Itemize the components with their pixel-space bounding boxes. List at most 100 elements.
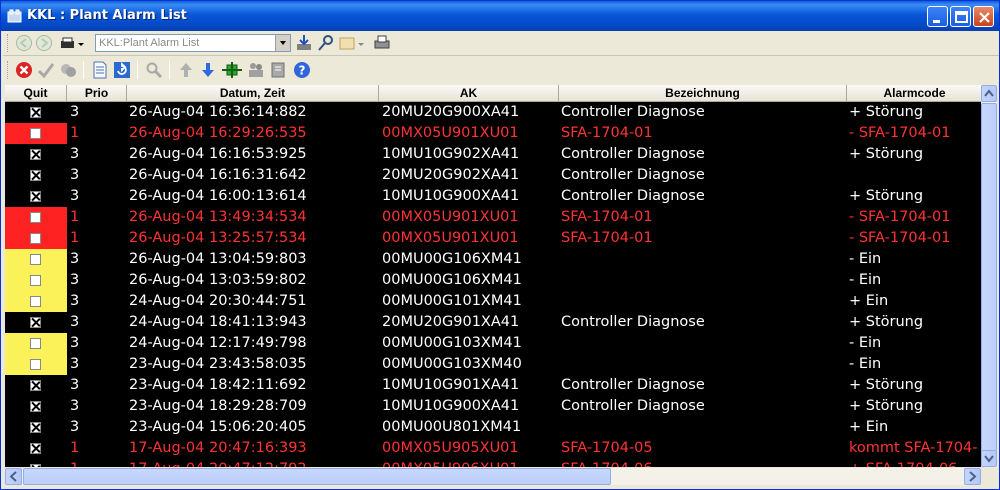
- table-row[interactable]: 3 24-Aug-04 12:17:49:798 00MU00G103XM41 - E…: [5, 333, 983, 354]
- vertical-scrollbar[interactable]: [981, 85, 997, 467]
- quit-checkbox[interactable]: [30, 296, 41, 307]
- scroll-up-button[interactable]: [981, 85, 997, 102]
- network-icon[interactable]: [221, 61, 243, 79]
- quit-cell[interactable]: [5, 291, 67, 312]
- quit-checkbox[interactable]: [30, 443, 41, 454]
- quit-checkbox[interactable]: [30, 275, 41, 286]
- column-header-ak[interactable]: AK: [379, 85, 559, 102]
- table-row[interactable]: 1 26-Aug-04 13:25:57:534 00MX05U901XU01 SFA…: [5, 228, 983, 249]
- column-header-datum[interactable]: Datum, Zeit: [127, 85, 379, 102]
- quit-checkbox[interactable]: [30, 149, 41, 160]
- quit-cell[interactable]: [5, 186, 67, 207]
- table-row[interactable]: 3 23-Aug-04 15:06:20:405 00MU00U801XM41 + E…: [5, 417, 983, 438]
- acknowledge-icon[interactable]: [59, 61, 77, 79]
- table-row[interactable]: 3 26-Aug-04 16:00:13:614 10MU10G900XA41 Con…: [5, 186, 983, 207]
- print-icon[interactable]: [373, 34, 391, 52]
- quit-checkbox[interactable]: [30, 317, 41, 328]
- bezeichnung-cell: Controller Diagnose: [561, 146, 705, 162]
- table-row[interactable]: 1 26-Aug-04 16:29:26:535 00MX05U901XU01 SFA…: [5, 123, 983, 144]
- quit-cell[interactable]: [5, 228, 67, 249]
- column-header-quit[interactable]: Quit: [5, 85, 67, 102]
- quit-checkbox[interactable]: [30, 464, 41, 467]
- maximize-button[interactable]: [950, 6, 971, 27]
- close-button[interactable]: [973, 6, 994, 27]
- quit-cell[interactable]: [5, 270, 67, 291]
- ak-cell: 10MU10G900XA41: [382, 398, 520, 414]
- quit-cell[interactable]: [5, 438, 67, 459]
- quit-cell[interactable]: [5, 375, 67, 396]
- refresh-icon[interactable]: [113, 61, 131, 79]
- table-row[interactable]: 1 17-Aug-04 20:47:16:393 00MX05U905XU01 SFA…: [5, 438, 983, 459]
- location-combo[interactable]: KKL:Plant Alarm List: [95, 34, 291, 52]
- datum-cell: 24-Aug-04 12:17:49:798: [129, 335, 307, 351]
- quit-checkbox[interactable]: [30, 233, 41, 244]
- quit-cell[interactable]: [5, 102, 67, 123]
- quit-checkbox[interactable]: [30, 422, 41, 433]
- ak-cell: 00MX05U905XU01: [382, 440, 519, 456]
- quit-cell[interactable]: [5, 459, 67, 467]
- table-row[interactable]: 1 26-Aug-04 13:49:34:534 00MX05U901XU01 SFA…: [5, 207, 983, 228]
- link-icon[interactable]: [339, 35, 365, 53]
- quit-checkbox[interactable]: [30, 254, 41, 265]
- quit-cell[interactable]: [5, 123, 67, 144]
- table-row[interactable]: 3 26-Aug-04 16:16:53:925 10MU10G902XA41 Con…: [5, 144, 983, 165]
- table-row[interactable]: 1 17-Aug-04 20:47:12:79200MX05U906XU01SFA…: [5, 459, 983, 467]
- arrow-down-icon[interactable]: [199, 61, 217, 79]
- delete-icon[interactable]: [15, 61, 33, 79]
- scroll-right-button[interactable]: [964, 468, 981, 485]
- horizontal-scrollbar[interactable]: [5, 468, 981, 485]
- datum-cell: 23-Aug-04 18:42:11:692: [129, 377, 307, 393]
- quit-cell[interactable]: [5, 165, 67, 186]
- download-icon[interactable]: [295, 34, 313, 52]
- quit-cell[interactable]: [5, 312, 67, 333]
- back-icon[interactable]: [15, 34, 33, 52]
- horizontal-scroll-thumb[interactable]: [23, 468, 611, 485]
- quit-cell[interactable]: [5, 144, 67, 165]
- toolbar-grip[interactable]: [7, 34, 10, 52]
- column-header-bezeichnung[interactable]: Bezeichnung: [559, 85, 847, 102]
- scroll-down-button[interactable]: [981, 450, 997, 467]
- quit-checkbox[interactable]: [30, 359, 41, 370]
- toolbar-grip[interactable]: [7, 61, 10, 79]
- quit-checkbox[interactable]: [30, 191, 41, 202]
- table-row[interactable]: 3 24-Aug-04 20:30:44:751 00MU00G101XM41 + E…: [5, 291, 983, 312]
- table-row[interactable]: 3 23-Aug-04 23:43:58:035 00MU00G103XM40 - E…: [5, 354, 983, 375]
- arrow-up-icon[interactable]: [177, 61, 195, 79]
- quit-checkbox[interactable]: [30, 338, 41, 349]
- quit-cell[interactable]: [5, 396, 67, 417]
- table-row[interactable]: 3 23-Aug-04 18:29:28:709 10MU10G900XA41 Con…: [5, 396, 983, 417]
- table-row[interactable]: 3 26-Aug-04 13:03:59:802 00MU00G106XM41 - E…: [5, 270, 983, 291]
- quit-checkbox[interactable]: [30, 401, 41, 412]
- quit-cell[interactable]: [5, 333, 67, 354]
- minimize-button[interactable]: [927, 6, 948, 27]
- table-row[interactable]: 3 26-Aug-04 13:04:59:803 00MU00G106XM41 - E…: [5, 249, 983, 270]
- check-icon[interactable]: [37, 61, 55, 79]
- notes-icon[interactable]: [269, 61, 287, 79]
- quit-cell[interactable]: [5, 249, 67, 270]
- combo-dropdown-button[interactable]: [275, 35, 290, 51]
- column-header-prio[interactable]: Prio: [67, 85, 127, 102]
- users-icon[interactable]: [247, 61, 265, 79]
- vertical-scroll-thumb[interactable]: [981, 103, 997, 451]
- printer-dropdown-icon[interactable]: [59, 35, 85, 53]
- quit-checkbox[interactable]: [30, 212, 41, 223]
- table-row[interactable]: 3 24-Aug-04 18:41:13:943 20MU20G901XA41 Con…: [5, 312, 983, 333]
- document-icon[interactable]: [91, 61, 109, 79]
- scroll-left-button[interactable]: [5, 468, 22, 485]
- quit-checkbox[interactable]: [30, 380, 41, 391]
- pin-icon[interactable]: [317, 34, 335, 52]
- help-icon[interactable]: ?: [293, 61, 311, 79]
- search-icon[interactable]: [145, 61, 163, 79]
- quit-checkbox[interactable]: [30, 128, 41, 139]
- column-header-alarmcode[interactable]: Alarmcode: [847, 85, 983, 102]
- table-row[interactable]: 3 26-Aug-04 16:16:31:642 20MU20G902XA41 Con…: [5, 165, 983, 186]
- table-row[interactable]: 3 26-Aug-04 16:36:14:882 20MU20G900XA41 Con…: [5, 102, 983, 123]
- table-row[interactable]: 3 23-Aug-04 18:42:11:692 10MU10G901XA41 Con…: [5, 375, 983, 396]
- title-bar[interactable]: KKL : Plant Alarm List: [1, 1, 999, 31]
- quit-cell[interactable]: [5, 207, 67, 228]
- quit-checkbox[interactable]: [30, 107, 41, 118]
- forward-icon[interactable]: [35, 34, 53, 52]
- quit-checkbox[interactable]: [30, 170, 41, 181]
- quit-cell[interactable]: [5, 354, 67, 375]
- quit-cell[interactable]: [5, 417, 67, 438]
